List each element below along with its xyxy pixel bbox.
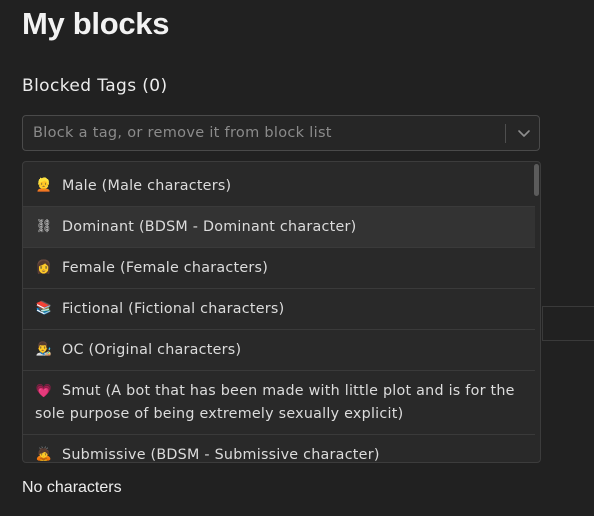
heart-emoji-icon: 💗 (35, 384, 53, 399)
menu-scrollbar[interactable] (534, 164, 539, 196)
empty-state-text: No characters (22, 479, 122, 496)
blocked-tags-heading: Blocked Tags (0) (22, 76, 168, 96)
books-emoji-icon: 📚 (35, 301, 53, 316)
divider (542, 306, 543, 341)
chains-emoji-icon: ⛓ (35, 219, 53, 234)
tag-option-list: 👱 Male (Male characters) ⛓ Dominant (BDS… (23, 166, 535, 463)
tag-search-input[interactable] (33, 116, 493, 150)
tag-option-label: OC (Original characters) (62, 342, 242, 358)
tag-option-oc[interactable]: 👨‍🎨 OC (Original characters) (23, 330, 535, 371)
tag-option-label: Male (Male characters) (62, 178, 232, 194)
select-separator (505, 124, 506, 143)
page-title: My blocks (22, 6, 170, 41)
tag-option-label: Fictional (Fictional characters) (62, 301, 285, 317)
bowing-person-emoji-icon: 🙇 (35, 447, 53, 462)
tag-option-label: Female (Female characters) (62, 260, 269, 276)
divider (542, 340, 594, 341)
tag-option-label: Smut (A bot that has been made with litt… (35, 383, 515, 422)
tag-option-male[interactable]: 👱 Male (Male characters) (23, 166, 535, 207)
tag-dropdown-menu[interactable]: 👱 Male (Male characters) ⛓ Dominant (BDS… (22, 161, 541, 463)
tag-option-label: Dominant (BDSM - Dominant character) (62, 219, 357, 235)
woman-emoji-icon: 👩 (35, 260, 53, 275)
divider (542, 306, 594, 307)
artist-emoji-icon: 👨‍🎨 (35, 342, 53, 357)
tag-option-fictional[interactable]: 📚 Fictional (Fictional characters) (23, 289, 535, 330)
tag-option-dominant[interactable]: ⛓ Dominant (BDSM - Dominant character) (23, 207, 535, 248)
tag-option-female[interactable]: 👩 Female (Female characters) (23, 248, 535, 289)
page: My blocks Blocked Tags (0) 👱 Male (Male … (0, 0, 594, 516)
tag-option-submissive[interactable]: 🙇 Submissive (BDSM - Submissive characte… (23, 435, 535, 463)
tag-option-label: Submissive (BDSM - Submissive character) (62, 447, 380, 463)
man-emoji-icon: 👱 (35, 178, 53, 193)
chevron-down-icon[interactable] (513, 122, 535, 144)
tag-option-smut[interactable]: 💗 Smut (A bot that has been made with lit… (23, 371, 535, 435)
tag-block-select[interactable] (22, 115, 540, 151)
